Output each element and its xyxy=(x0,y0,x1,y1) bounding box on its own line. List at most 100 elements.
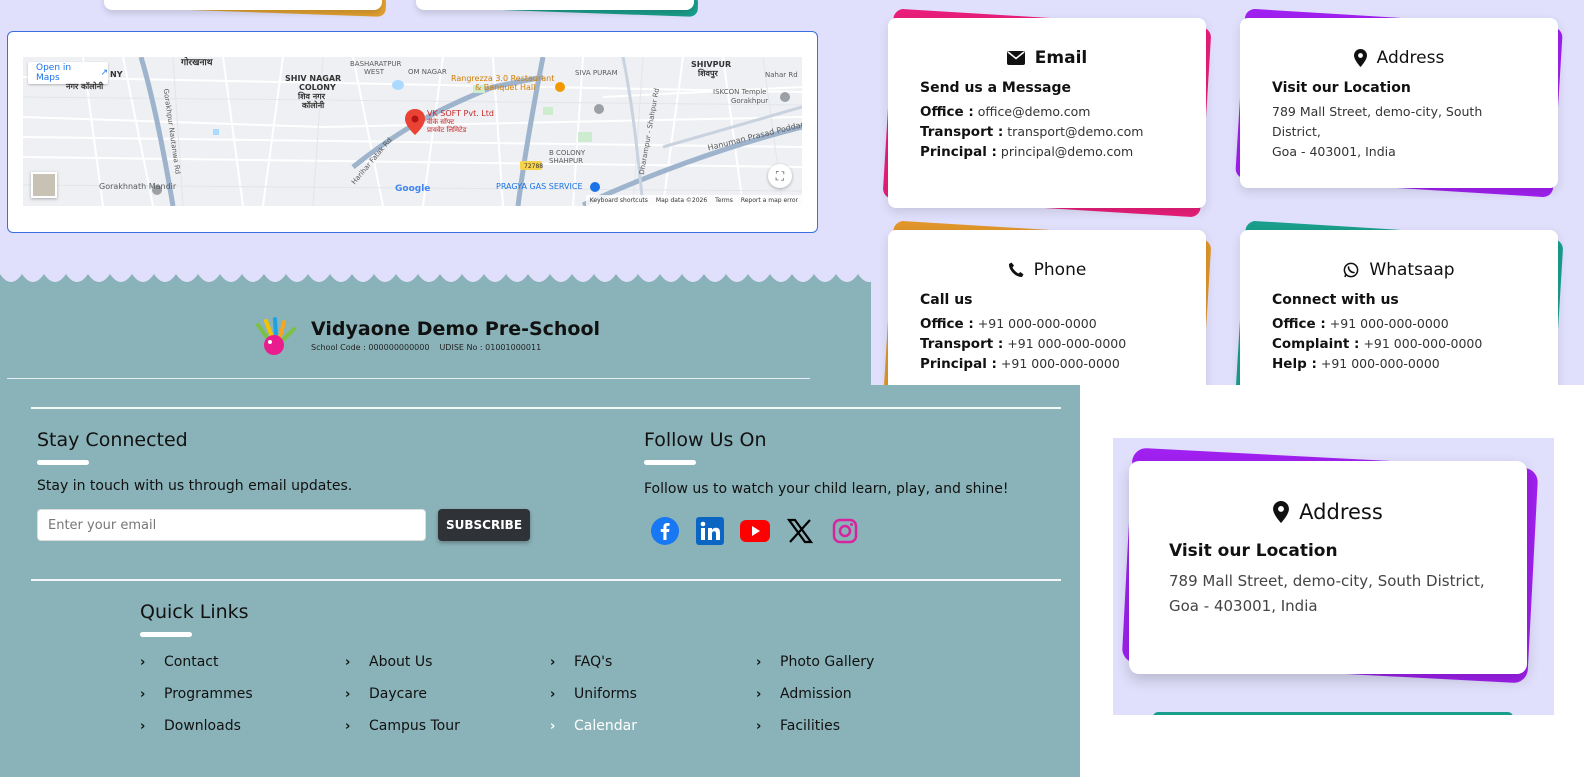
chevron-right-icon: › xyxy=(140,718,146,734)
contact-cards: Email Send us a Message Office : office@… xyxy=(871,0,1584,385)
follow-us-title: Follow Us On xyxy=(644,429,767,451)
contact-line: Transport : +91 000-000-0000 xyxy=(920,334,1174,354)
card-body: Address Visit our Location 789 Mall Stre… xyxy=(1240,18,1558,188)
map-data-label: Map data ©2026 xyxy=(655,197,708,204)
office-phone-link[interactable]: +91 000-000-0000 xyxy=(978,316,1097,331)
quick-link-photo-gallery[interactable]: › Photo Gallery xyxy=(756,654,874,670)
envelope-icon xyxy=(1006,51,1025,65)
school-code: School Code : 000000000000 xyxy=(311,343,430,352)
office-whatsapp-link[interactable]: +91 000-000-0000 xyxy=(1330,316,1449,331)
fullscreen-icon[interactable]: ⛶ xyxy=(768,164,792,188)
contact-key: Office : xyxy=(920,104,974,120)
principal-phone-link[interactable]: +91 000-000-0000 xyxy=(1001,356,1120,371)
title-underline xyxy=(140,632,192,637)
quick-link-admission[interactable]: › Admission xyxy=(756,686,852,702)
quick-link-contact[interactable]: › Contact xyxy=(140,654,218,670)
quick-link-label: Campus Tour xyxy=(369,718,460,734)
complaint-whatsapp-link[interactable]: +91 000-000-0000 xyxy=(1363,336,1482,351)
email-subscribe-input[interactable] xyxy=(37,509,426,541)
card-peek xyxy=(104,0,382,10)
quick-link-daycare[interactable]: › Daycare xyxy=(345,686,427,702)
address-card: Address Visit our Location 789 Mall Stre… xyxy=(1235,8,1563,198)
office-email-link[interactable]: office@demo.com xyxy=(978,104,1091,119)
wave-divider xyxy=(0,268,880,288)
quick-link-label: Facilities xyxy=(780,718,840,734)
chevron-right-icon: › xyxy=(550,686,556,702)
map-label: SIVA PURAM xyxy=(575,69,618,77)
facebook-icon[interactable] xyxy=(649,515,681,547)
stay-connected-title: Stay Connected xyxy=(37,429,188,451)
external-link-icon: ↗ xyxy=(100,68,108,78)
card-header: Email xyxy=(920,46,1174,70)
quick-link-label: About Us xyxy=(369,654,433,670)
follow-us-text: Follow us to watch your child learn, pla… xyxy=(644,481,1009,497)
map-pin-icon xyxy=(1353,49,1367,67)
quick-link-calendar[interactable]: › Calendar xyxy=(550,718,637,734)
chevron-right-icon: › xyxy=(756,654,762,670)
contact-key: Help : xyxy=(1272,356,1317,372)
email-card: Email Send us a Message Office : office@… xyxy=(882,8,1212,218)
address-line: 789 Mall Street, demo-city, South Distri… xyxy=(1169,572,1485,590)
school-branding: Vidyaone Demo Pre-School School Code : 0… xyxy=(0,268,880,390)
address-line: Goa - 403001, India xyxy=(1169,597,1318,615)
youtube-icon[interactable] xyxy=(739,515,771,547)
card-subtitle: Visit our Location xyxy=(1272,80,1411,96)
transport-email-link[interactable]: transport@demo.com xyxy=(1007,124,1143,139)
quick-link-faq-s[interactable]: › FAQ's xyxy=(550,654,612,670)
school-logo xyxy=(256,317,296,355)
linkedin-icon[interactable] xyxy=(694,515,726,547)
card-title: Whatsaap xyxy=(1369,260,1455,280)
map-label: NY xyxy=(110,70,123,79)
card-body: Email Send us a Message Office : office@… xyxy=(888,18,1206,208)
card-header: Address xyxy=(1272,46,1526,70)
quick-link-uniforms[interactable]: › Uniforms xyxy=(550,686,637,702)
report-map-error-link[interactable]: Report a map error xyxy=(741,197,798,204)
instagram-icon[interactable] xyxy=(829,515,861,547)
google-map[interactable]: Open in Maps ↗ NY नगर कॉलोनी गोरखनाथ SHI… xyxy=(23,57,802,206)
quick-link-label: Uniforms xyxy=(574,686,637,702)
map-label: Gorakhnath Mandir xyxy=(99,182,177,191)
quick-link-campus-tour[interactable]: › Campus Tour xyxy=(345,718,460,734)
quick-link-facilities[interactable]: › Facilities xyxy=(756,718,840,734)
transport-phone-link[interactable]: +91 000-000-0000 xyxy=(1007,336,1126,351)
help-whatsapp-link[interactable]: +91 000-000-0000 xyxy=(1321,356,1440,371)
contact-key: Office : xyxy=(1272,316,1326,332)
chevron-right-icon: › xyxy=(345,718,351,734)
map-pin-icon xyxy=(1273,501,1290,523)
open-in-maps-link[interactable]: Open in Maps ↗ xyxy=(28,62,108,84)
x-icon[interactable] xyxy=(784,515,816,547)
quick-link-label: Photo Gallery xyxy=(780,654,875,670)
quick-link-programmes[interactable]: › Programmes xyxy=(140,686,253,702)
map-label: OM NAGAR xyxy=(408,68,447,76)
phone-icon xyxy=(1008,262,1024,278)
chevron-right-icon: › xyxy=(756,686,762,702)
map-label: SHIV NAGAR xyxy=(285,74,342,83)
quick-link-label: Downloads xyxy=(164,718,241,734)
card-title: Address xyxy=(1376,48,1445,68)
card-subtitle: Call us xyxy=(920,292,973,308)
principal-email-link[interactable]: principal@demo.com xyxy=(1001,144,1133,159)
contact-line: Transport : transport@demo.com xyxy=(920,122,1174,142)
quick-links-title: Quick Links xyxy=(140,601,249,623)
udise-number: UDISE No : 01001000011 xyxy=(439,343,542,352)
whatsapp-icon xyxy=(1344,262,1359,278)
map-label: शिवपुर xyxy=(698,69,718,78)
map-label: Nahar Rd xyxy=(765,71,798,79)
quick-link-about-us[interactable]: › About Us xyxy=(345,654,432,670)
keyboard-shortcuts-link[interactable]: Keyboard shortcuts xyxy=(590,197,648,204)
contact-line: Principal : principal@demo.com xyxy=(920,142,1174,162)
contact-key: Principal : xyxy=(920,356,997,372)
chevron-right-icon: › xyxy=(550,654,556,670)
address-line: Goa - 403001, India xyxy=(1272,144,1396,159)
quick-link-downloads[interactable]: › Downloads xyxy=(140,718,241,734)
subscribe-button[interactable]: SUBSCRIBE xyxy=(438,509,530,541)
divider xyxy=(7,378,810,379)
site-footer: Stay Connected Stay in touch with us thr… xyxy=(0,385,1080,777)
terms-link[interactable]: Terms xyxy=(715,197,733,204)
map-label: प्रायवेट लिमिटेड xyxy=(427,126,467,134)
map-attribution: Keyboard shortcuts Map data ©2026 Terms … xyxy=(585,195,802,206)
card-body: Phone Call us Office : +91 000-000-0000 … xyxy=(888,230,1206,385)
contact-line: Office : +91 000-000-0000 xyxy=(920,314,1174,334)
map-layer-toggle[interactable] xyxy=(31,172,57,198)
card-header: Whatsaap xyxy=(1272,258,1526,282)
